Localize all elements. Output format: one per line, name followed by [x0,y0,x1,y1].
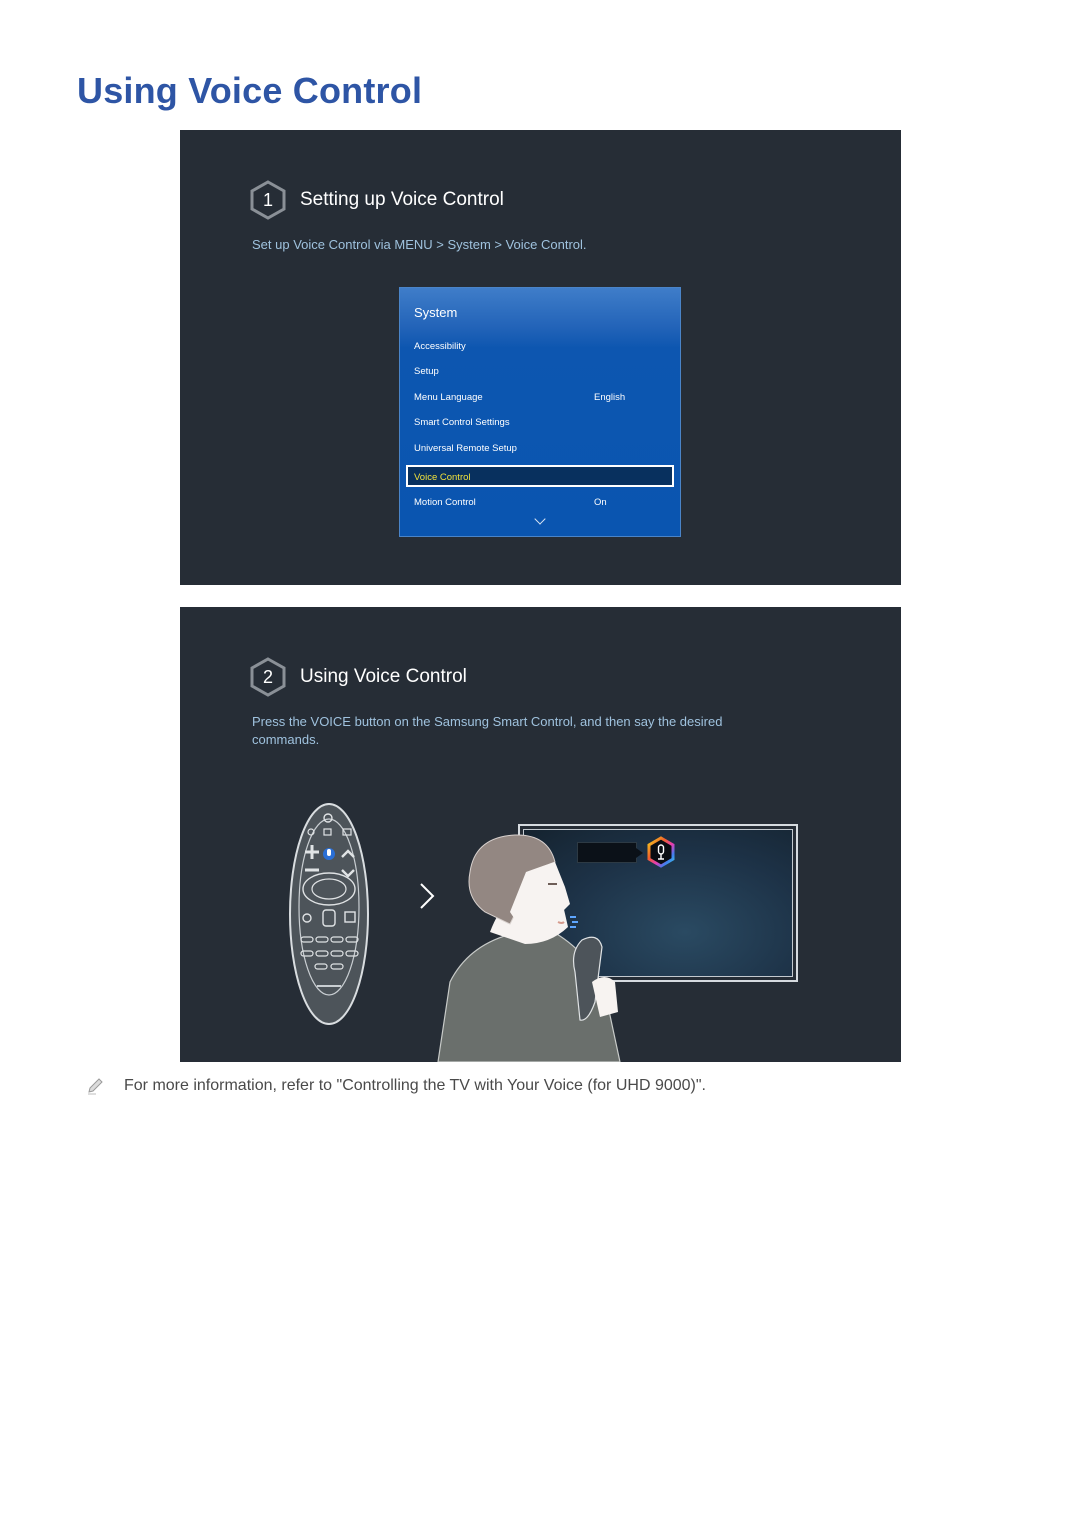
step-number: 2 [262,667,273,687]
setup-panel: 1 Setting up Voice Control Set up Voice … [180,130,901,585]
chevron-down-icon[interactable] [534,513,546,525]
info-note: For more information, refer to "Controll… [86,1077,706,1095]
system-menu: System Accessibility Setup Menu Language… [399,287,681,537]
smart-control-remote-icon [289,803,369,1025]
person-speaking-icon [437,834,621,1062]
step-title: Using Voice Control [300,666,467,687]
menu-item-value: On [594,497,607,508]
menu-title: System [414,305,458,320]
step-description: Set up Voice Control via MENU > System >… [252,237,587,252]
menu-item-label: Universal Remote Setup [414,443,517,454]
menu-item-menu-language[interactable]: Menu Language English [414,388,666,408]
step-number-badge: 2 [250,657,286,697]
menu-item-label: Accessibility [414,341,466,352]
menu-item-label: Voice Control [414,472,471,483]
microphone-hexagon-icon [647,836,675,868]
page-title: Using Voice Control [77,70,423,111]
menu-item-universal-remote-setup[interactable]: Universal Remote Setup [414,439,666,459]
menu-item-label: Setup [414,366,439,377]
menu-item-value: English [594,392,626,403]
note-text: For more information, refer to "Controll… [124,1077,706,1094]
step-2-header: 2 Using Voice Control [250,657,467,697]
step-description: Press the VOICE button on the Samsung Sm… [252,714,723,747]
menu-item-smart-control-settings[interactable]: Smart Control Settings [414,413,666,433]
menu-item-label: Menu Language [414,392,483,403]
menu-item-accessibility[interactable]: Accessibility [414,337,666,357]
menu-item-motion-control[interactable]: Motion Control On [414,493,666,513]
step-number-badge: 1 [250,180,286,220]
step-1-header: 1 Setting up Voice Control [250,180,504,220]
menu-item-label: Smart Control Settings [414,417,510,428]
pencil-icon [88,1078,103,1095]
menu-item-setup[interactable]: Setup [414,362,666,382]
menu-item-label: Motion Control [414,497,476,508]
step-title: Setting up Voice Control [300,189,504,210]
usage-panel: 2 Using Voice Control Press the VOICE bu… [180,607,901,1062]
step-number: 1 [262,190,273,210]
menu-item-voice-control[interactable]: Voice Control [406,465,674,487]
